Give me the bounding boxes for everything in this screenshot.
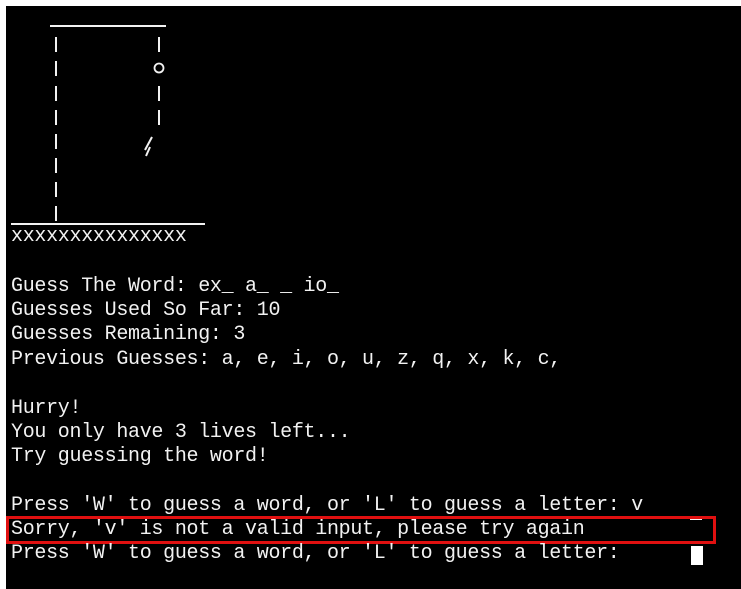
guesses-used-line: Guesses Used So Far: 10 [11,299,281,322]
hangman-gallows [11,25,205,225]
guesses-remaining-line: Guesses Remaining: 3 [11,323,246,346]
terminal-window[interactable]: xxxxxxxxxxxxxxx Guess The Word: ex_ a_ _… [6,6,741,589]
text-cursor[interactable] [691,546,703,565]
current-input-prompt[interactable]: Press 'W' to guess a word, or 'L' to gue… [11,542,631,566]
error-highlight-box [6,516,716,544]
gallows-platform: xxxxxxxxxxxxxxx [11,225,187,248]
hurry-line: Hurry! [11,397,82,420]
lives-left-line: You only have 3 lives left... [11,421,351,444]
guess-word-line: Guess The Word: ex_ a_ _ io_ [11,275,339,298]
previous-guesses-line: Previous Guesses: a, e, i, o, u, z, q, x… [11,348,561,371]
input-prompt-line: Press 'W' to guess a word, or 'L' to gue… [11,494,643,517]
try-guessing-line: Try guessing the word! [11,445,269,468]
